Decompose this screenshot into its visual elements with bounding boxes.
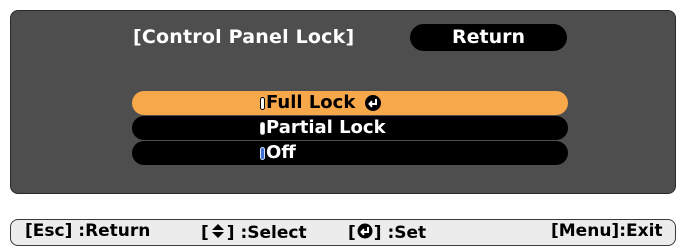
select-hint: [ ] :Select	[201, 223, 307, 243]
option-label: Off	[266, 142, 296, 163]
select-hint-prefix: [	[201, 223, 209, 243]
select-hint-suffix: ] :Select	[226, 223, 307, 243]
up-down-arrow-icon	[210, 223, 226, 243]
radio-indicator-icon	[260, 146, 265, 160]
option-full-lock[interactable]: Full Lock	[132, 91, 568, 115]
enter-icon	[357, 223, 373, 243]
return-button[interactable]: Return	[410, 24, 567, 51]
option-label: Partial Lock	[266, 117, 386, 138]
option-partial-lock[interactable]: Partial Lock	[132, 116, 568, 140]
set-hint: [ ] :Set	[348, 223, 426, 243]
enter-icon	[365, 95, 382, 111]
set-hint-prefix: [	[348, 223, 356, 243]
set-hint-suffix: ] :Set	[373, 223, 427, 243]
esc-hint: [Esc] :Return	[25, 221, 151, 241]
radio-indicator-icon	[260, 121, 265, 135]
menu-exit-hint: [Menu]:Exit	[551, 221, 663, 241]
help-bar: [Esc] :Return [ ] :Select [ ] :Set [Menu]:…	[10, 219, 676, 246]
option-label: Full Lock	[266, 92, 356, 113]
dialog-title: [Control Panel Lock]	[133, 26, 355, 48]
option-off[interactable]: Off	[132, 141, 568, 165]
radio-indicator-icon	[260, 96, 265, 110]
